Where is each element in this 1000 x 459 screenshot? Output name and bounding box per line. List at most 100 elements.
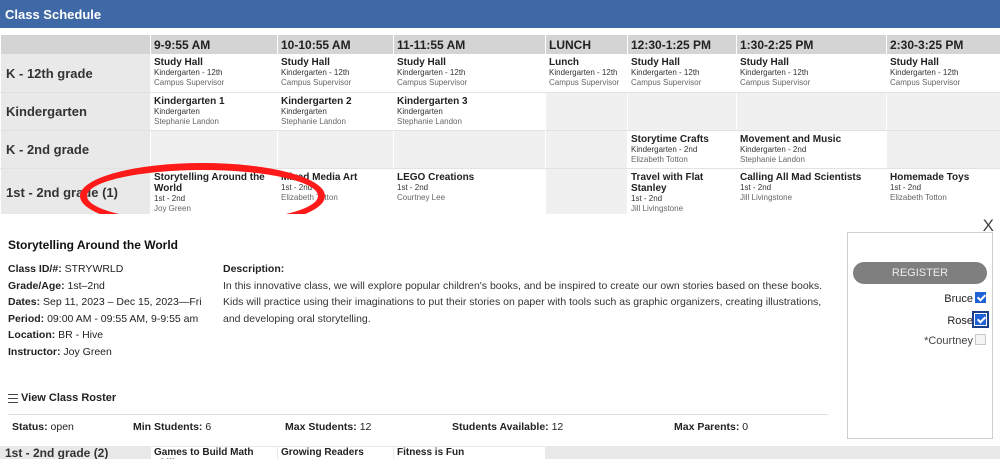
instructor-value: Joy Green	[63, 345, 112, 358]
class-cell[interactable]: Kindergarten 1 Kindergarten Stephanie Land…	[150, 92, 278, 131]
class-cell[interactable]: Games to Build Math Skills	[151, 447, 277, 459]
class-cell[interactable]: Growing Readers	[278, 447, 393, 459]
class-cell[interactable]: Calling All Mad Scientists 1st - 2nd Jill …	[736, 168, 887, 217]
class-cell[interactable]: Storytime Crafts Kindergarten - 2nd Elizab…	[627, 130, 737, 169]
detail-title: Storytelling Around the World	[8, 238, 178, 252]
class-teacher: Campus Supervisor	[281, 78, 352, 87]
child-option-rose[interactable]: Rose	[947, 311, 989, 328]
class-teacher: Campus Supervisor	[154, 78, 225, 87]
page-title: Class Schedule	[5, 7, 102, 22]
class-grade: Kindergarten	[397, 106, 443, 116]
class-cell[interactable]: Lunch Kindergarten - 12th Campus Superviso…	[545, 54, 628, 93]
empty-cell	[736, 92, 887, 131]
class-cell[interactable]: Travel with Flat Stanley 1st - 2nd Jill Li…	[627, 168, 737, 217]
time-slot-header: 9-9:55 AM	[150, 35, 278, 54]
class-cell[interactable]: Study Hall Kindergarten - 12th Campus Supe…	[150, 54, 278, 93]
grade-line: Grade/Age: 1st–2nd	[8, 278, 213, 295]
class-title: LEGO Creations	[397, 171, 475, 183]
status-stat: Status: open	[12, 421, 74, 433]
class-title: Study Hall	[281, 57, 330, 68]
class-grade: Kindergarten	[281, 106, 327, 116]
empty-cell	[886, 130, 1000, 169]
class-grade: Kindergarten - 2nd	[740, 144, 807, 154]
class-title: Study Hall	[890, 57, 939, 68]
class-teacher: Elizabeth Totton	[890, 192, 947, 202]
description-block: Description: In this innovative class, w…	[223, 261, 823, 327]
empty-cell	[886, 92, 1000, 131]
class-grade: Kindergarten - 2nd	[631, 144, 698, 154]
view-roster-link[interactable]: View Class Roster	[8, 392, 116, 404]
class-cell[interactable]: Homemade Toys 1st - 2nd Elizabeth Totton	[886, 168, 1000, 217]
class-cell[interactable]: LEGO Creations 1st - 2nd Courtney Lee	[393, 168, 546, 217]
period-label: Period:	[8, 312, 45, 325]
class-grade: Kindergarten	[154, 106, 200, 116]
child-checkbox[interactable]	[972, 311, 989, 328]
class-cell[interactable]: Study Hall Kindergarten - 12th Campus Supe…	[393, 54, 546, 93]
register-button[interactable]: REGISTER	[853, 262, 987, 284]
class-cell[interactable]: Study Hall Kindergarten - 12th Campus Supe…	[886, 54, 1000, 93]
grade-label: 1st - 2nd grade (2)	[5, 446, 109, 459]
class-grade: 1st - 2nd	[740, 182, 772, 192]
class-teacher: Campus Supervisor	[549, 78, 620, 87]
class-title: Study Hall	[740, 57, 789, 68]
class-grade: Kindergarten - 12th	[154, 68, 223, 77]
class-teacher: Campus Supervisor	[890, 78, 961, 87]
class-title: Travel with Flat Stanley	[631, 171, 704, 194]
class-cell[interactable]: Study Hall Kindergarten - 12th Campus Supe…	[627, 54, 737, 93]
class-meta: Class ID/#: STRYWRLD Grade/Age: 1st–2nd …	[8, 261, 213, 360]
divider	[8, 414, 828, 415]
class-title: Study Hall	[154, 57, 203, 68]
class-cell-selected[interactable]: Storytelling Around the World 1st - 2nd Jo…	[150, 168, 278, 217]
class-cell[interactable]: Study Hall Kindergarten - 12th Campus Supe…	[736, 54, 887, 93]
corner-cell	[0, 35, 151, 54]
class-title: Storytime Crafts	[631, 133, 709, 145]
class-grade: Kindergarten - 12th	[397, 68, 466, 77]
class-grade: Kindergarten - 12th	[631, 68, 700, 77]
child-checkbox-disabled	[975, 334, 986, 345]
class-cell[interactable]: Movement and Music Kindergarten - 2nd Step…	[736, 130, 887, 169]
description-text: In this innovative class, we will explor…	[223, 279, 823, 325]
class-title: Calling All Mad Scientists	[740, 171, 862, 183]
time-slot-header: LUNCH	[545, 35, 628, 54]
class-grade: 1st - 2nd	[631, 193, 663, 203]
grade-age-value: 1st–2nd	[67, 279, 105, 292]
class-teacher: Campus Supervisor	[397, 78, 468, 87]
min-students-stat: Min Students: 6	[133, 421, 211, 433]
class-grade: Kindergarten - 12th	[740, 68, 809, 77]
time-slot-header: 1:30-2:25 PM	[736, 35, 887, 54]
grade-row: K - 2nd grade Storytime Crafts Kindergart…	[0, 130, 1000, 169]
grade-age-label: Grade/Age:	[8, 279, 65, 292]
class-cell[interactable]: Fitness is Fun	[394, 447, 545, 459]
register-panel: REGISTER Bruce Rose *Courtney	[847, 232, 993, 439]
class-teacher: Stephanie Landon	[281, 116, 346, 126]
status-label: Status:	[12, 421, 48, 433]
next-grade-row: 1st - 2nd grade (2) Games to Build Math …	[0, 446, 1000, 459]
class-cell[interactable]: Mixed Media Art 1st - 2nd Elizabeth Totton	[277, 168, 394, 217]
empty-cell	[545, 168, 628, 217]
class-id-label: Class ID/#:	[8, 263, 62, 275]
class-teacher: Jill Livingstone	[631, 203, 684, 213]
child-checkbox[interactable]	[975, 292, 986, 303]
min-students-label: Min Students:	[133, 421, 203, 433]
child-option-bruce[interactable]: Bruce	[944, 292, 986, 305]
child-option-courtney: *Courtney	[924, 334, 986, 347]
class-grade: 1st - 2nd	[281, 182, 313, 192]
grade-label: 1st - 2nd grade (1)	[0, 168, 151, 217]
time-slot-header: 11-11:55 AM	[393, 35, 546, 54]
header-bar: Class Schedule	[0, 0, 1000, 28]
class-cell[interactable]: Kindergarten 3 Kindergarten Stephanie Land…	[393, 92, 546, 131]
grade-label: K - 2nd grade	[0, 130, 151, 169]
max-parents-value: 0	[742, 421, 749, 433]
empty-cell	[627, 92, 737, 131]
class-title: Mixed Media Art	[281, 171, 358, 183]
class-id-value: STRYWRLD	[64, 263, 124, 275]
dates-label: Dates:	[8, 296, 41, 308]
class-cell[interactable]: Study Hall Kindergarten - 12th Campus Supe…	[277, 54, 394, 93]
class-grade: 1st - 2nd	[397, 182, 429, 192]
class-teacher: Campus Supervisor	[740, 78, 811, 87]
class-title: Study Hall	[397, 57, 446, 68]
description-label: Description:	[223, 263, 285, 275]
class-teacher: Jill Livingstone	[740, 192, 793, 202]
class-cell[interactable]: Kindergarten 2 Kindergarten Stephanie Land…	[277, 92, 394, 131]
status-value: open	[50, 421, 74, 433]
